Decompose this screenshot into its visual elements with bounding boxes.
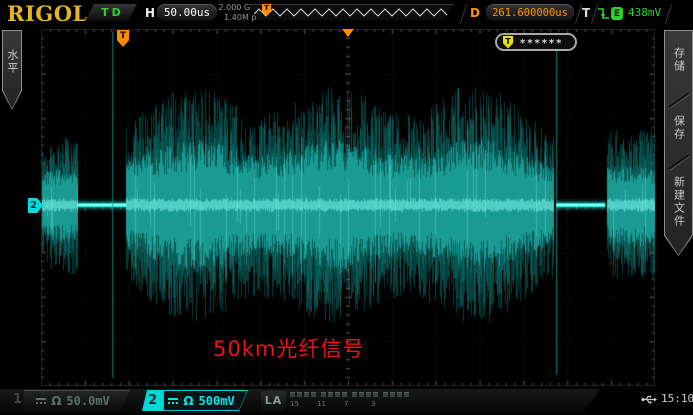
logic-analyzer-badge[interactable]: LA xyxy=(261,391,286,410)
usb-icon xyxy=(641,394,658,405)
menu-divider xyxy=(669,154,690,169)
top-status-bar: RIGOL TD H 50.00us 2.000 G Sa/s 1.40M pt… xyxy=(0,0,693,28)
oscilloscope-screen: RIGOL TD H 50.00us 2.000 G Sa/s 1.40M pt… xyxy=(0,0,693,415)
trigger-info-pill[interactable]: T ****** xyxy=(495,33,577,51)
left-tab-label: 水平 xyxy=(4,49,20,75)
delay-label: D xyxy=(470,6,480,20)
edge-trigger-type-icon: E xyxy=(611,7,623,20)
la-group xyxy=(383,392,409,397)
separator xyxy=(575,4,582,23)
brand-logo: RIGOL xyxy=(7,1,88,26)
logic-channel-indicators xyxy=(290,392,409,397)
channel1-number: 1 xyxy=(13,392,22,407)
left-menu-tab-horizontal[interactable]: 水平 xyxy=(2,30,22,110)
right-menu-tab: 存储 保存 新建文件 xyxy=(664,30,693,256)
logic-channel-labels: 15 11 7 3 xyxy=(290,400,398,408)
menu-item-save[interactable]: 保存 xyxy=(671,115,687,141)
channel1-status-box[interactable]: Ω 50.0mV xyxy=(24,390,130,411)
la-group xyxy=(321,392,347,397)
horizontal-label: H xyxy=(145,6,155,20)
annotation-text: 50km光纤信号 xyxy=(213,333,364,363)
delay-value: 261.600000us xyxy=(492,7,568,19)
overview-zigzag-icon xyxy=(248,4,454,20)
channel2-status-box[interactable]: Ω 500mV xyxy=(163,390,248,411)
trigger-status-badge: TD xyxy=(85,4,137,21)
la-group xyxy=(352,392,378,397)
channel2-scale: 500mV xyxy=(199,394,235,408)
dc-coupling-icon xyxy=(36,398,46,404)
trigger-label: T xyxy=(582,6,590,20)
waveform-overview-bar[interactable] xyxy=(248,4,454,20)
trigger-pill-text: ****** xyxy=(520,38,563,49)
channel1-scale: 50.0mV xyxy=(66,394,109,408)
delay-box[interactable]: 261.600000us xyxy=(486,4,574,21)
separator xyxy=(460,4,467,23)
trigger-center-marker-icon xyxy=(342,29,354,37)
clock: 15:10 xyxy=(661,392,693,405)
bottom-status-bar: 1 Ω 50.0mV 2 Ω 500mV LA xyxy=(0,388,693,415)
separator xyxy=(665,4,672,23)
menu-item-storage[interactable]: 存储 xyxy=(671,47,687,73)
trigger-status-label: TD xyxy=(101,6,124,19)
timebase-value: 50.00us xyxy=(164,6,210,19)
channel1-impedance: Ω xyxy=(51,394,61,408)
menu-divider xyxy=(669,92,690,107)
trigger-level-value: 438mV xyxy=(628,6,661,19)
menu-item-new-file[interactable]: 新建文件 xyxy=(671,176,687,228)
dc-coupling-icon xyxy=(168,398,178,404)
la-group xyxy=(290,392,316,397)
falling-edge-trigger-icon xyxy=(597,6,610,21)
channel2-impedance: Ω xyxy=(183,394,193,408)
timebase-box[interactable]: 50.00us xyxy=(157,4,217,21)
trigger-shield-icon: T xyxy=(503,36,513,49)
overview-zigzag-line xyxy=(252,9,448,16)
